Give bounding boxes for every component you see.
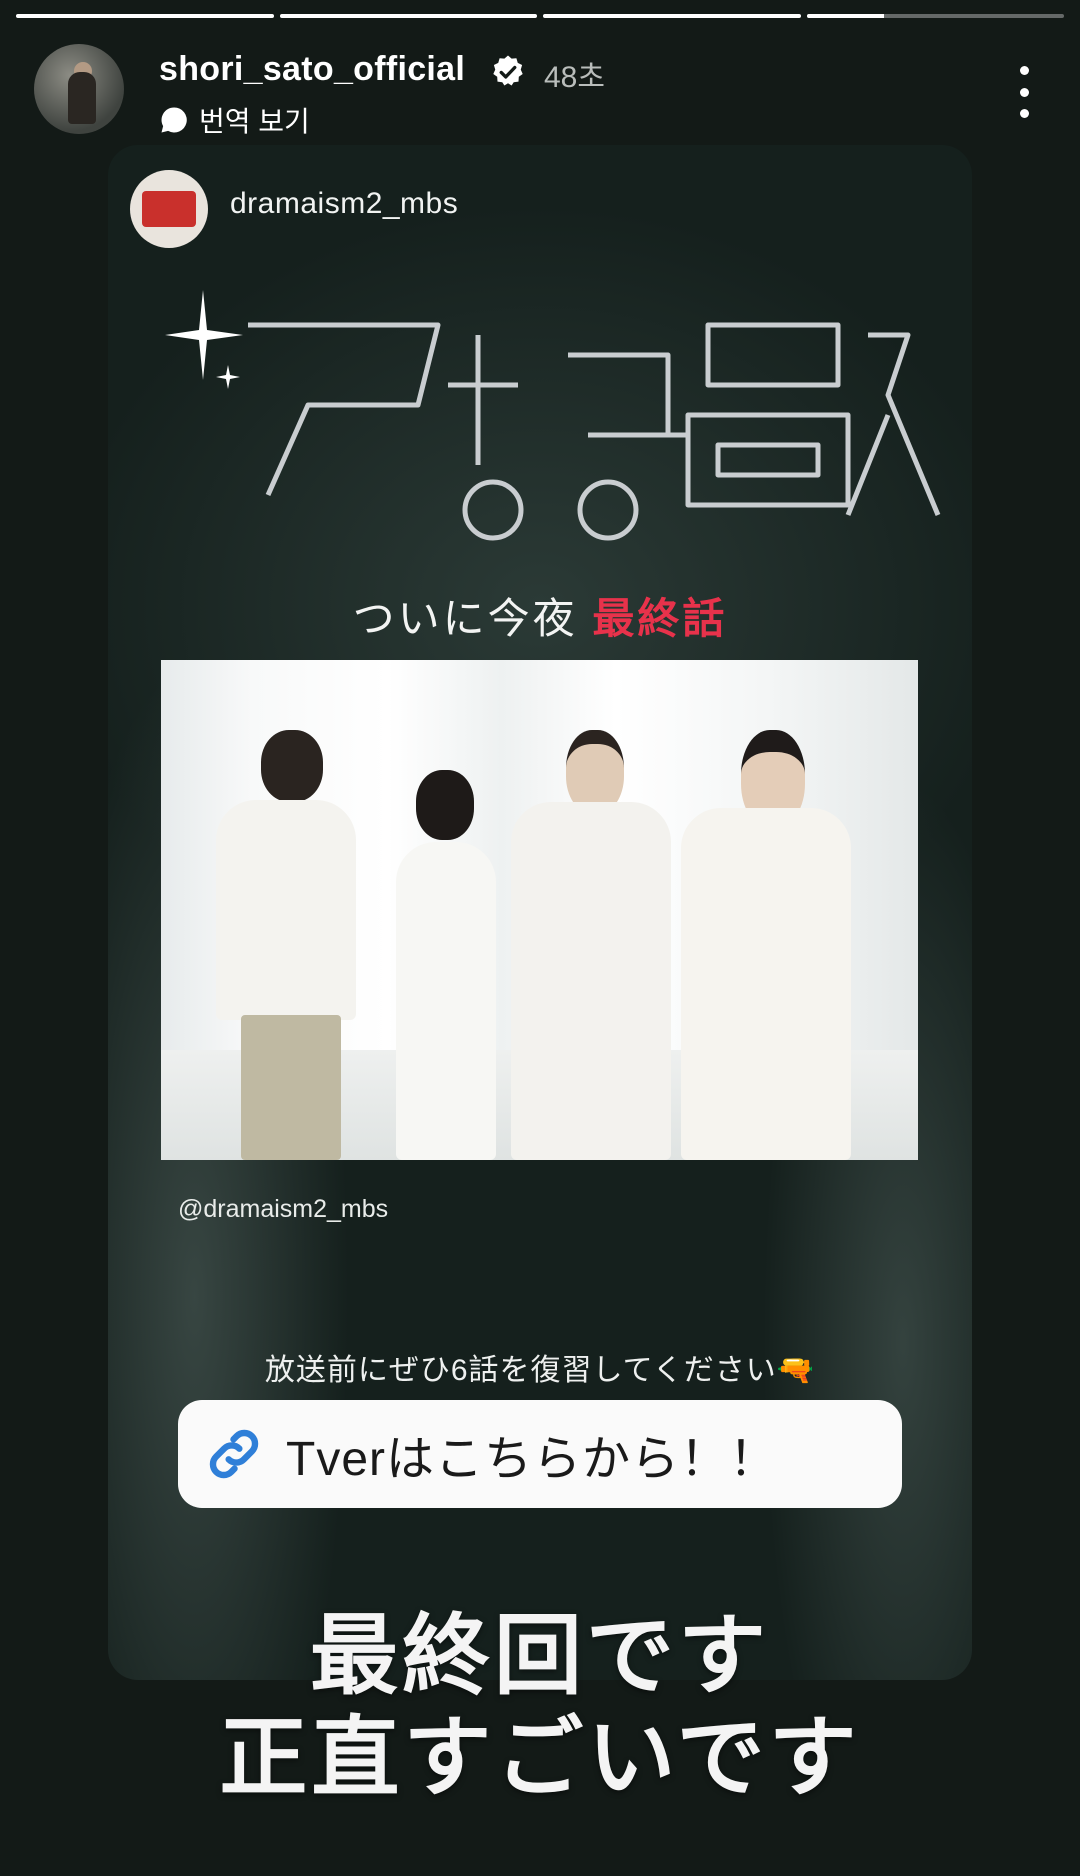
dot-icon [1019, 66, 1029, 75]
story-progress-bar [16, 14, 1064, 18]
shared-post-card[interactable]: dramaism2_mbs ついに今夜 最終話 @dramaism2_mbs 放… [108, 145, 972, 1680]
progress-segment [16, 14, 274, 18]
speech-bubble-icon [161, 107, 187, 133]
translate-button[interactable]: 번역 보기 [159, 100, 310, 140]
username[interactable]: shori_sato_official [159, 50, 465, 89]
dot-icon [1019, 87, 1029, 97]
source-avatar[interactable] [130, 170, 208, 248]
progress-segment [543, 14, 801, 18]
progress-segment [806, 14, 1064, 18]
show-title-logo [165, 290, 941, 541]
post-caption: 放送前にぜひ6話を復習してください🔫 [264, 1354, 816, 1387]
source-handle: @dramaism2_mbs [178, 1195, 389, 1223]
translate-label: 번역 보기 [199, 106, 310, 137]
link-icon [209, 1429, 259, 1479]
cast-photo [161, 660, 918, 1160]
link-sticker[interactable]: Tverはこちらから！！ [178, 1400, 902, 1508]
cast-member [511, 730, 671, 1160]
progress-segment [279, 14, 537, 18]
overlay-text-line-2: 正直すごいです [219, 1708, 861, 1807]
link-label: Tverはこちらから！！ [286, 1433, 779, 1486]
cast-member [216, 730, 356, 1160]
avatar[interactable] [34, 44, 124, 134]
source-account-name[interactable]: dramaism2_mbs [230, 187, 458, 221]
more-options-button[interactable] [1012, 66, 1036, 118]
dot-icon [1019, 109, 1029, 118]
tagline-highlight: 最終話 [592, 595, 728, 642]
episode-tagline: ついに今夜 最終話 [108, 585, 972, 646]
story-header: shori_sato_official 48초 번역 보기 [34, 44, 1056, 140]
verified-badge-icon [493, 55, 523, 86]
cast-member [681, 730, 851, 1160]
post-time: 48초 [544, 61, 605, 94]
cast-member [386, 770, 506, 1160]
tagline-prefix: ついに今夜 [352, 595, 578, 642]
